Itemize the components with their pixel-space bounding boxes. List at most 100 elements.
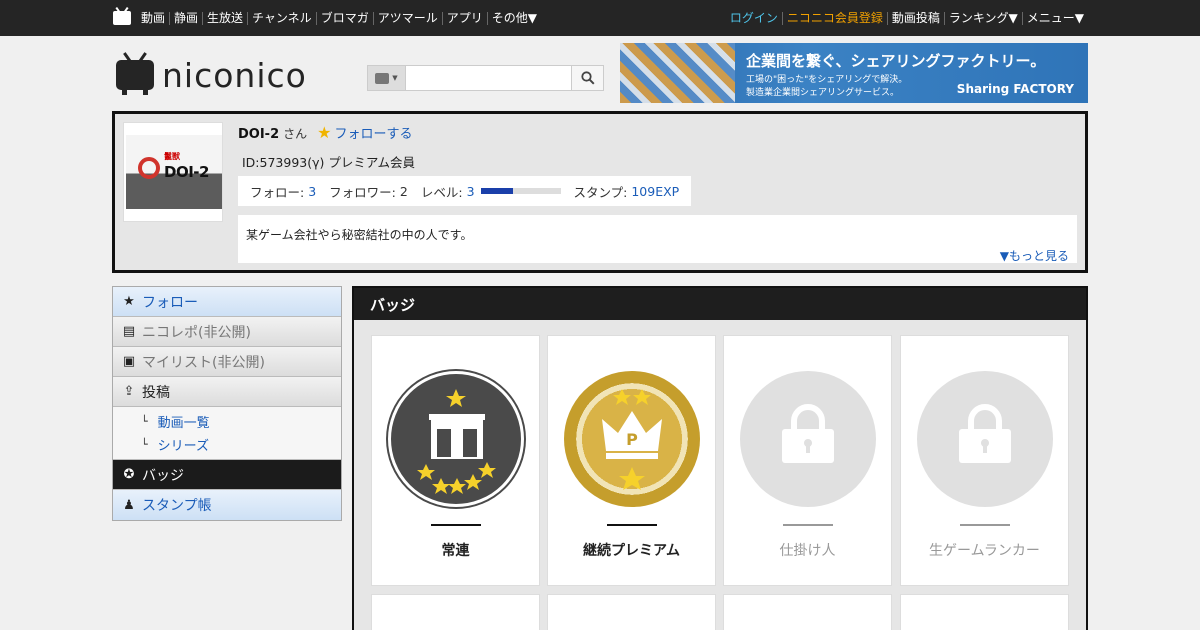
badge-divider <box>783 524 833 526</box>
niconico-logo[interactable]: niconico <box>116 55 307 95</box>
report-icon: ▤ <box>122 324 136 339</box>
search-icon <box>580 71 595 85</box>
tv-icon <box>375 72 390 84</box>
show-more-link[interactable]: ▼もっと見る <box>1000 247 1069 264</box>
mylist-icon: ▣ <box>122 354 136 369</box>
badge-panel: バッジ 常連 P 継続プレミアム 仕掛け人 生ゲームランカー <box>352 286 1088 630</box>
badge-label: 仕掛け人 <box>779 543 836 559</box>
sidemenu-item-label: バッジ <box>142 467 184 484</box>
user-id-line: ID:573993(γ) プレミアム会員 <box>242 155 415 170</box>
badge-card-regular[interactable]: 常連 <box>371 335 540 586</box>
sidemenu-sub-label: 動画一覧 <box>157 416 210 431</box>
user-profile-box: 鬣獣 DOI-2 DOI-2 さん ★ フォローする ID:573993(γ) … <box>112 111 1088 273</box>
user-name: DOI-2 <box>238 127 280 142</box>
star-icon: ★ <box>317 123 332 142</box>
follow-count-label: フォロー: <box>250 184 305 200</box>
chevron-down-icon: ▼ <box>392 74 398 82</box>
nav-link-atsumaru[interactable]: アツマール <box>372 11 442 25</box>
search-type-dropdown[interactable]: ▼ <box>368 66 406 90</box>
login-link[interactable]: ログイン <box>726 11 782 25</box>
nav-link-live[interactable]: 生放送 <box>202 11 247 25</box>
sidemenu-item-badges[interactable]: ✪ バッジ <box>113 460 341 490</box>
sidemenu-sub-label: シリーズ <box>157 439 209 454</box>
banner-subtitle: 工場の"困った"をシェアリングで解決。 製造業企業間シェアリングサービス。 <box>746 75 908 98</box>
banner-title: 企業間を繋ぐ、シェアリングファクトリー。 <box>746 52 1046 70</box>
search-button[interactable] <box>571 66 603 90</box>
stamp-exp[interactable]: 109EXP <box>631 184 679 199</box>
avatar-logo-mark <box>138 157 160 179</box>
sidemenu-sub-series[interactable]: └ シリーズ <box>113 433 341 456</box>
avatar-text: DOI-2 <box>164 163 209 181</box>
user-side-menu: ★ フォロー ▤ ニコレポ(非公開) ▣ マイリスト(非公開) ⇪ 投稿 └ 動… <box>112 286 342 521</box>
sidemenu-sub-videos[interactable]: └ 動画一覧 <box>113 410 341 433</box>
logo-tv-icon <box>116 60 154 95</box>
global-nav-bar: 動画 静画 生放送 チャンネル ブロマガ アツマール アプリ その他▼ ログイン… <box>0 0 1200 36</box>
badge-card[interactable] <box>900 594 1069 630</box>
follow-count[interactable]: 3 <box>308 184 316 199</box>
nav-link-app[interactable]: アプリ <box>441 11 487 25</box>
badge-card[interactable] <box>371 594 540 630</box>
avatar: 鬣獣 DOI-2 <box>123 122 223 222</box>
sidemenu-item-mylist[interactable]: ▣ マイリスト(非公開) <box>113 347 341 377</box>
level-progress-fill <box>480 188 513 194</box>
sidemenu-item-label: 投稿 <box>142 384 170 401</box>
follow-button[interactable]: ★ フォローする <box>317 123 412 142</box>
sidemenu-item-nicorepo[interactable]: ▤ ニコレポ(非公開) <box>113 317 341 347</box>
nav-link-seiga[interactable]: 静画 <box>169 11 202 25</box>
nav-link-upload[interactable]: 動画投稿 <box>886 11 944 25</box>
badge-divider <box>431 524 481 526</box>
sidemenu-item-label: スタンプ帳 <box>142 498 212 514</box>
nav-link-video[interactable]: 動画 <box>137 11 169 25</box>
description-text: 某ゲーム会社やら秘密結社の中の人です。 <box>246 228 473 242</box>
badge-card-shikakenin[interactable]: 仕掛け人 <box>723 335 892 586</box>
badge-card-game-ranker[interactable]: 生ゲームランカー <box>900 335 1069 586</box>
nav-link-other[interactable]: その他▼ <box>486 11 541 25</box>
sidemenu-item-uploads[interactable]: ⇪ 投稿 <box>113 377 341 407</box>
sidemenu-item-follow[interactable]: ★ フォロー <box>113 287 341 317</box>
nav-link-menu[interactable]: メニュー▼ <box>1021 11 1088 25</box>
badge-divider <box>607 524 657 526</box>
banner-illustration <box>620 43 735 103</box>
lock-icon <box>740 371 876 507</box>
tree-branch-mark: └ <box>141 438 148 451</box>
nav-link-channel[interactable]: チャンネル <box>247 11 316 25</box>
sidemenu-sub-list: └ 動画一覧 └ シリーズ <box>113 407 341 460</box>
level-progress-bar <box>480 188 561 194</box>
search-box: ▼ <box>367 65 604 91</box>
badge-label: 生ゲームランカー <box>929 543 1040 559</box>
user-stats: フォロー: 3 フォロワー: 2 レベル: 3 スタンプ: 109EXP <box>238 176 691 206</box>
sidemenu-item-label: フォロー <box>142 294 198 311</box>
badge-card[interactable] <box>547 594 716 630</box>
nav-link-ranking[interactable]: ランキング▼ <box>943 11 1022 25</box>
ad-banner[interactable]: 企業間を繋ぐ、シェアリングファクトリー。 工場の"困った"をシェアリングで解決。… <box>620 43 1088 103</box>
stamp-label: スタンプ: <box>573 184 628 200</box>
badge-card[interactable] <box>723 594 892 630</box>
badge-panel-heading: バッジ <box>354 288 1086 320</box>
logo-text: niconico <box>162 55 307 95</box>
premium-crown-badge-icon: P <box>564 371 700 507</box>
avatar-tag: 鬣獣 <box>164 152 180 161</box>
lock-icon <box>917 371 1053 507</box>
star-icon: ★ <box>123 294 135 309</box>
svg-text:P: P <box>626 430 638 449</box>
register-link[interactable]: ニコニコ会員登録 <box>781 11 887 25</box>
user-honorific: さん <box>283 127 308 141</box>
badge-card-premium[interactable]: P 継続プレミアム <box>547 335 716 586</box>
follow-label: フォローする <box>334 127 413 142</box>
avatar-image: 鬣獣 DOI-2 <box>126 135 222 209</box>
level-value[interactable]: 3 <box>467 184 475 199</box>
upload-icon: ⇪ <box>123 384 135 399</box>
global-nav-left: 動画 静画 生放送 チャンネル ブロマガ アツマール アプリ その他▼ <box>113 11 541 25</box>
sidemenu-item-label: マイリスト(非公開) <box>142 354 265 371</box>
tree-branch-mark: └ <box>141 415 148 428</box>
nav-link-blomaga[interactable]: ブロマガ <box>315 11 373 25</box>
search-input[interactable] <box>406 66 571 90</box>
sidemenu-item-stamps[interactable]: ♟ スタンプ帳 <box>113 490 341 520</box>
badge-icon: ✪ <box>123 467 135 482</box>
badge-label: 継続プレミアム <box>582 543 681 559</box>
niconico-tv-icon[interactable] <box>113 11 131 25</box>
sidemenu-item-label: ニコレポ(非公開) <box>142 324 251 341</box>
follower-count-label: フォロワー: <box>329 184 396 200</box>
global-nav-right: ログイン ニコニコ会員登録 動画投稿 ランキング▼ メニュー▼ <box>726 11 1088 25</box>
banner-brand: Sharing FACTORY <box>956 82 1074 96</box>
